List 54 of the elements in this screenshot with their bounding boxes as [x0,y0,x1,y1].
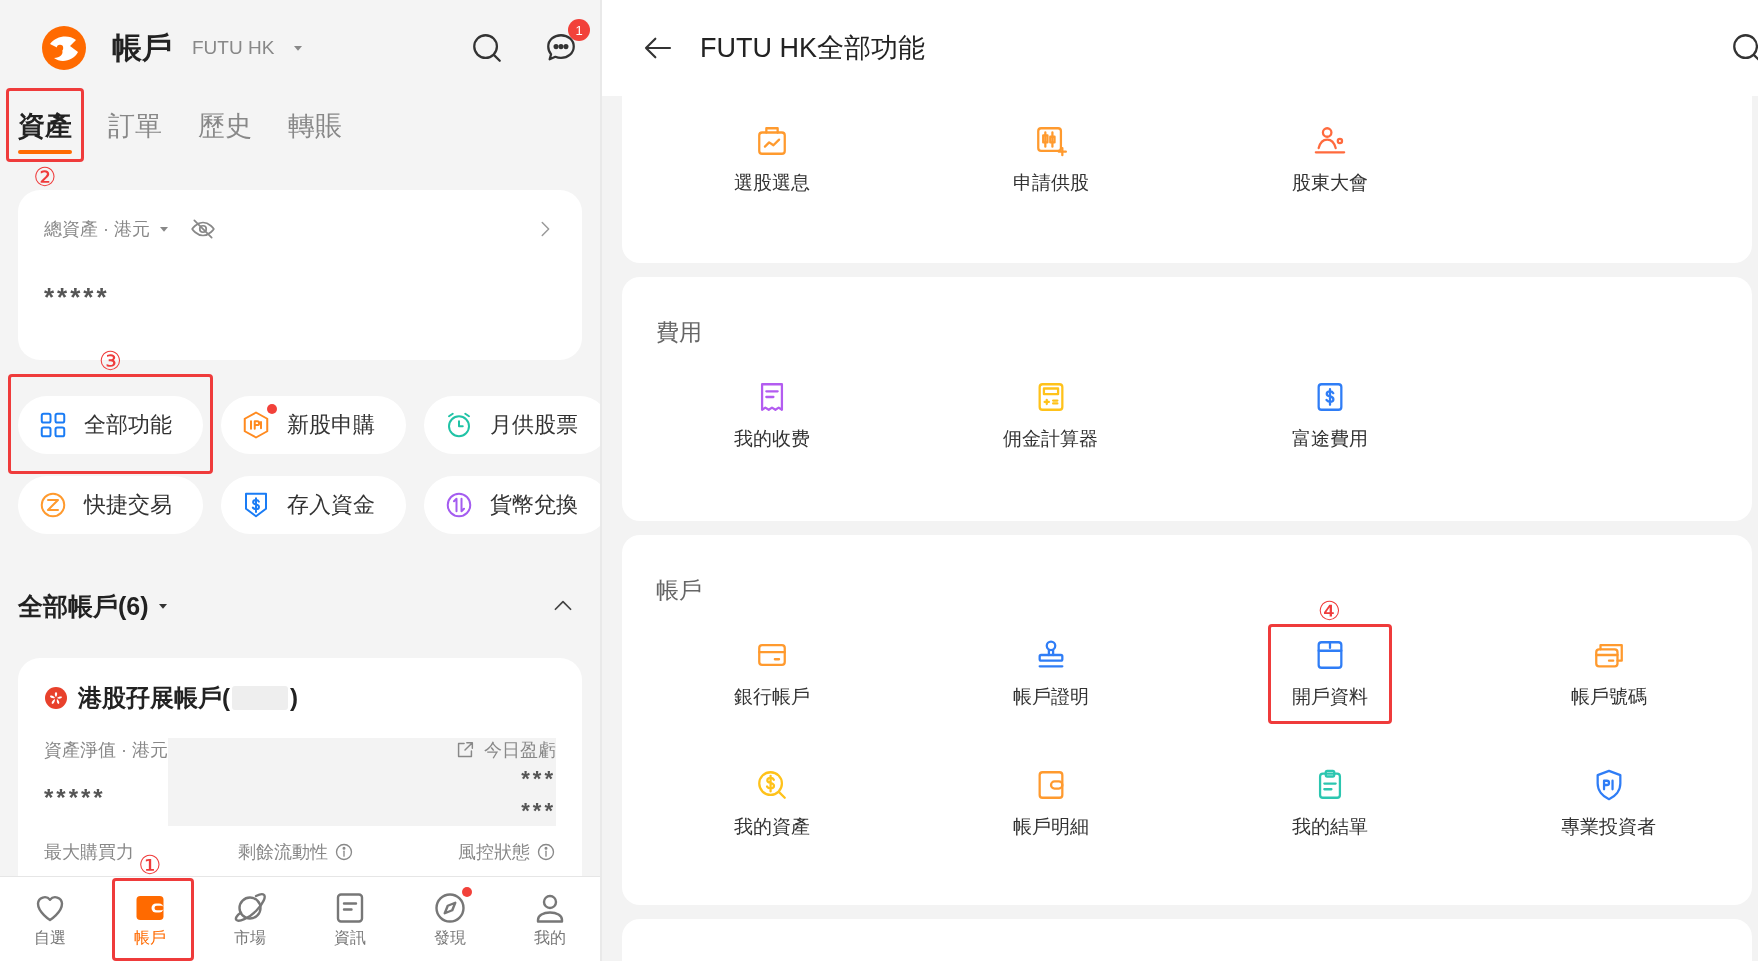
feature-item[interactable]: 選股選息 [729,124,814,196]
shortcut-button[interactable]: 存入資金 [221,476,406,534]
shortcut-button[interactable]: 貨幣兌換 [424,476,600,534]
masked-value: ***** [44,282,110,313]
feature-item[interactable]: 專業投資者 [1557,768,1660,840]
shortcut-button[interactable]: 快捷交易 [18,476,203,534]
nav-tab[interactable]: 我的 [510,883,590,955]
section-title: 費用 [656,318,702,347]
page-title: FUTU HK全部功能 [700,32,925,65]
masked-value: *** [521,797,556,825]
annotation-number: ③ [98,346,123,376]
section-title: 帳戶 [656,576,702,605]
masked-value: *** [521,765,556,793]
metric-label: 剩餘流動性 [238,841,328,864]
shortcut-button[interactable]: 全部功能 [18,396,203,454]
feature-item[interactable]: 銀行帳戶 [729,638,814,710]
feature-item[interactable]: 我的收费 [729,380,814,452]
net-assets-label: 資產淨值 · 港元 [44,739,168,762]
today-pl-label: 今日盈虧 [484,739,556,762]
shortcut-button[interactable]: 月供股票 [424,396,600,454]
shortcut-button[interactable]: 新股申購 [221,396,406,454]
feature-item[interactable]: 佣金計算器 [999,380,1102,452]
feature-item[interactable]: 開戶資料 [1287,638,1372,710]
feature-item[interactable]: 我的結單 [1287,768,1372,840]
page-title: 帳戶 [112,29,172,66]
feature-item[interactable]: 帳戶明細 [1008,768,1093,840]
account-name: 港股孖展帳戶( [78,683,230,713]
feature-item[interactable]: 我的資產 [729,768,814,840]
info-icon[interactable] [334,842,354,862]
search-icon[interactable] [470,31,504,65]
info-icon[interactable] [536,842,556,862]
nav-tab[interactable]: 發現 [410,883,490,955]
currency-dropdown[interactable]: 總資產 · 港元 [44,217,172,241]
feature-item[interactable]: 富途費用 [1287,380,1372,452]
account-name: ) [290,684,298,712]
logo-icon [40,24,88,72]
nav-tab[interactable]: 資訊 [310,883,390,955]
feature-item[interactable]: 帳戶號碼 [1566,638,1651,710]
metric-label: 最大購買力 [44,841,134,864]
masked-value: ***** [44,784,107,812]
metric-label: 風控狀態 [458,841,530,864]
feature-item[interactable]: 股東大會 [1287,124,1372,196]
accounts-dropdown[interactable]: 全部帳戶(6) [18,589,171,623]
annotation-number: ④ [1317,596,1342,626]
tab[interactable]: 資產 [18,96,72,160]
annotation-number: ① [138,849,162,880]
notification-badge: 1 [568,19,590,41]
feature-item[interactable]: 帳戶證明 [1008,638,1093,710]
annotation-number: ② [33,162,57,192]
flower-flag-icon [44,686,68,710]
feature-item[interactable]: 申請供股 [1008,124,1093,196]
nav-tab[interactable]: 自選 [10,883,90,955]
nav-tab[interactable]: 市場 [210,883,290,955]
eye-slash-icon[interactable] [190,216,216,242]
